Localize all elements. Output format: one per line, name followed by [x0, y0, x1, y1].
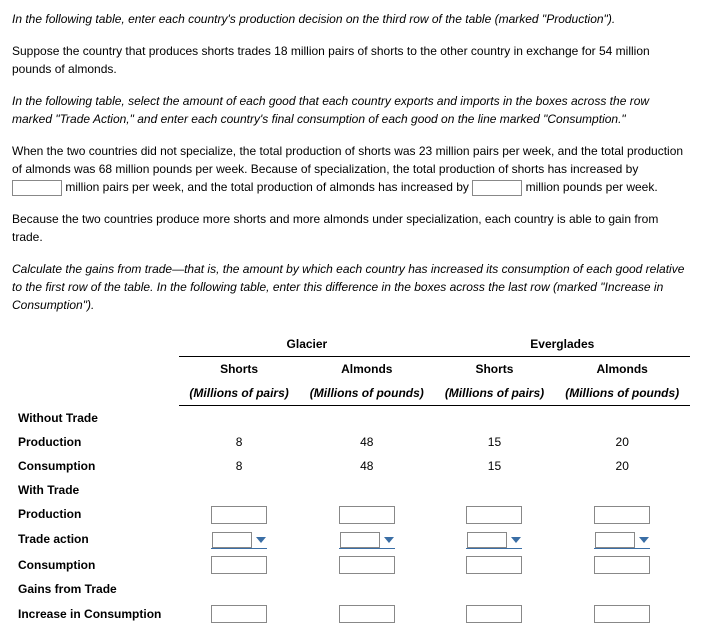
instruction-gains: Calculate the gains from trade—that is, … [12, 260, 690, 314]
wt-prod-c1g1-input[interactable] [211, 506, 267, 524]
trade-action-c2g2-input[interactable] [595, 532, 635, 548]
unit-everglades-shorts: (Millions of pairs) [435, 381, 555, 406]
country-glacier: Glacier [179, 332, 434, 357]
wt-cons-c2g2-input[interactable] [594, 556, 650, 574]
trade-table: Glacier Everglades Shorts Almonds Shorts… [12, 332, 690, 626]
row-wo-consumption: Consumption [12, 454, 179, 478]
instruction-production: In the following table, enter each count… [12, 10, 690, 28]
row-gains: Gains from Trade [12, 577, 179, 601]
wo-cons-c2g2: 20 [554, 454, 690, 478]
wo-prod-c1g1: 8 [179, 430, 299, 454]
wo-cons-c2g1: 15 [435, 454, 555, 478]
shorts-increase-input[interactable] [12, 180, 62, 196]
row-without-trade: Without Trade [12, 406, 179, 430]
trade-action-c1g1-input[interactable] [212, 532, 252, 548]
col-everglades-shorts: Shorts [435, 357, 555, 382]
unit-glacier-almonds: (Millions of pounds) [299, 381, 435, 406]
wt-prod-c2g2-input[interactable] [594, 506, 650, 524]
chevron-down-icon [384, 537, 394, 543]
row-increase: Increase in Consumption [12, 601, 179, 626]
spec-mid: million pairs per week, and the total pr… [65, 180, 472, 194]
col-everglades-almonds: Almonds [554, 357, 690, 382]
col-glacier-shorts: Shorts [179, 357, 299, 382]
wt-prod-c2g1-input[interactable] [466, 506, 522, 524]
inc-c2g2-input[interactable] [594, 605, 650, 623]
trade-action-c1g2-input[interactable] [340, 532, 380, 548]
row-trade-action: Trade action [12, 527, 179, 553]
chevron-down-icon [256, 537, 266, 543]
spec-pre: When the two countries did not specializ… [12, 144, 683, 176]
trade-action-c1g1-dropdown[interactable] [211, 531, 267, 549]
spec-post: million pounds per week. [526, 180, 658, 194]
specialization-text: When the two countries did not specializ… [12, 142, 690, 196]
row-with-trade: With Trade [12, 478, 179, 502]
almonds-increase-input[interactable] [472, 180, 522, 196]
inc-c2g1-input[interactable] [466, 605, 522, 623]
unit-glacier-shorts: (Millions of pairs) [179, 381, 299, 406]
trade-action-c1g2-dropdown[interactable] [339, 531, 395, 549]
suppose-trade-text: Suppose the country that produces shorts… [12, 42, 690, 78]
wt-cons-c1g1-input[interactable] [211, 556, 267, 574]
wt-prod-c1g2-input[interactable] [339, 506, 395, 524]
gains-statement: Because the two countries produce more s… [12, 210, 690, 246]
trade-action-c2g2-dropdown[interactable] [594, 531, 650, 549]
wo-prod-c2g2: 20 [554, 430, 690, 454]
row-wt-production: Production [12, 502, 179, 527]
wo-cons-c1g1: 8 [179, 454, 299, 478]
wo-prod-c2g1: 15 [435, 430, 555, 454]
inc-c1g2-input[interactable] [339, 605, 395, 623]
unit-everglades-almonds: (Millions of pounds) [554, 381, 690, 406]
trade-action-c2g1-input[interactable] [467, 532, 507, 548]
inc-c1g1-input[interactable] [211, 605, 267, 623]
wt-cons-c2g1-input[interactable] [466, 556, 522, 574]
row-wo-production: Production [12, 430, 179, 454]
col-glacier-almonds: Almonds [299, 357, 435, 382]
wo-prod-c1g2: 48 [299, 430, 435, 454]
wt-cons-c1g2-input[interactable] [339, 556, 395, 574]
chevron-down-icon [511, 537, 521, 543]
trade-action-c2g1-dropdown[interactable] [466, 531, 522, 549]
instruction-trade-action: In the following table, select the amoun… [12, 92, 690, 128]
chevron-down-icon [639, 537, 649, 543]
wo-cons-c1g2: 48 [299, 454, 435, 478]
country-everglades: Everglades [435, 332, 690, 357]
